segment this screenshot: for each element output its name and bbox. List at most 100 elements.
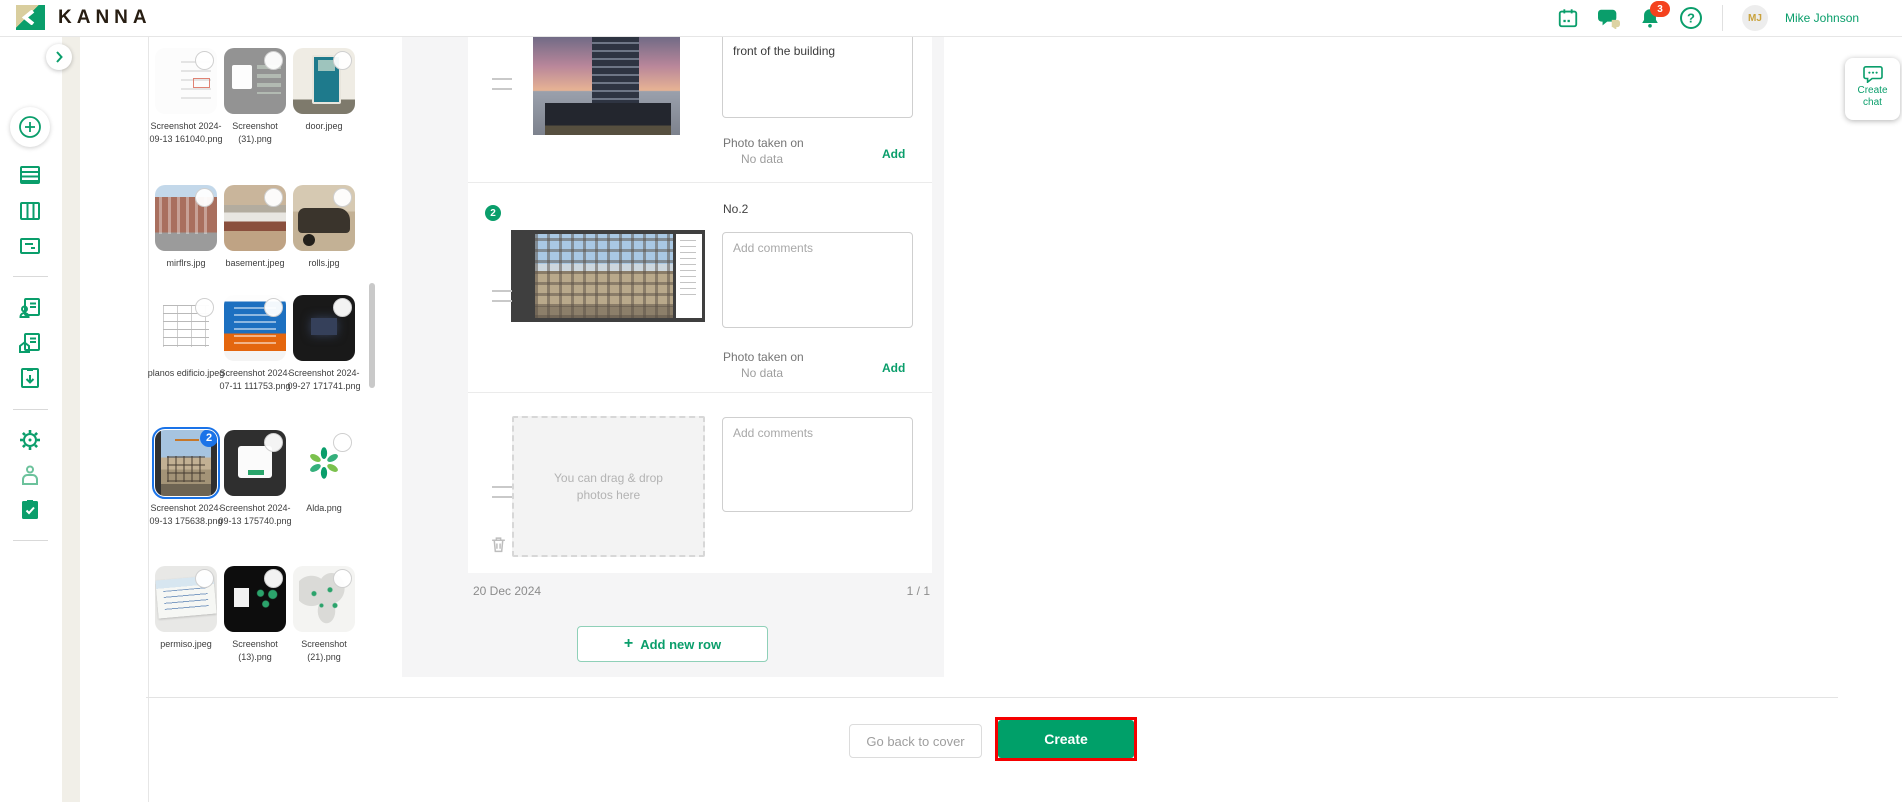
- annotation-highlight-box: Create: [995, 717, 1137, 761]
- thumbnail-filename: Screenshot 2024-09-13 175638.png: [147, 502, 225, 528]
- svg-text:?: ?: [1687, 11, 1695, 26]
- thumbnail-image[interactable]: [293, 430, 355, 496]
- contact-doc-icon[interactable]: [18, 296, 42, 320]
- delete-row-icon[interactable]: [491, 536, 506, 558]
- select-circle[interactable]: [264, 188, 283, 207]
- thumbnail-image[interactable]: [155, 566, 217, 632]
- gallery-item: Alda.png: [285, 430, 363, 515]
- row-drag-handle[interactable]: [492, 486, 512, 498]
- thumbnail-filename: Screenshot (31).png: [216, 120, 294, 146]
- comment-textarea[interactable]: front of the building: [722, 36, 913, 118]
- page-indicator: 1 / 1: [907, 584, 930, 598]
- create-button[interactable]: Create: [998, 720, 1134, 758]
- select-circle[interactable]: [264, 433, 283, 452]
- comment-textarea[interactable]: [722, 417, 913, 512]
- gallery-item: permiso.jpeg: [147, 566, 225, 651]
- select-circle[interactable]: [333, 569, 352, 588]
- report-editor-canvas: front of the building Photo taken on No …: [402, 36, 944, 677]
- go-back-to-cover-button[interactable]: Go back to cover: [849, 724, 982, 758]
- gallery-item: planos edificio.jpeg: [147, 295, 225, 380]
- card-view-icon[interactable]: [18, 234, 42, 258]
- thumbnail-filename: permiso.jpeg: [147, 638, 225, 651]
- thumbnail-image[interactable]: [293, 48, 355, 114]
- thumbnail-image[interactable]: [224, 48, 286, 114]
- avatar[interactable]: MJ: [1742, 5, 1768, 31]
- row-drag-handle[interactable]: [492, 78, 512, 90]
- thumbnail-image[interactable]: [224, 185, 286, 251]
- create-chat-button[interactable]: Create chat: [1845, 58, 1900, 120]
- photo-taken-value: No data: [741, 152, 783, 166]
- select-circle[interactable]: [264, 51, 283, 70]
- select-circle[interactable]: [333, 188, 352, 207]
- photo-taken-label: Photo taken on: [723, 350, 804, 364]
- gallery-item: Screenshot (13).png: [216, 566, 294, 664]
- select-circle[interactable]: [333, 433, 352, 452]
- row-number-label: No.2: [723, 202, 748, 216]
- photo-dropzone[interactable]: You can drag & drop photos here: [512, 416, 705, 557]
- property-doc-icon[interactable]: [18, 331, 42, 355]
- select-circle[interactable]: [333, 298, 352, 317]
- thumbnail-image[interactable]: [293, 295, 355, 361]
- thumbnail-filename: Screenshot 2024-09-13 161040.png: [147, 120, 225, 146]
- gallery-scrollbar[interactable]: [369, 283, 375, 388]
- thumbnail-image[interactable]: [293, 566, 355, 632]
- header-actions: 3 ? MJ Mike Johnson: [1556, 0, 1859, 36]
- add-date-link[interactable]: Add: [882, 361, 905, 375]
- gallery-item: mirflrs.jpg: [147, 185, 225, 270]
- row-number-badge: 2: [485, 205, 501, 221]
- thumbnail-image[interactable]: 2: [155, 430, 217, 496]
- thumbnail-filename: Screenshot (13).png: [216, 638, 294, 664]
- brand-name: KANNA: [58, 7, 152, 29]
- list-view-icon[interactable]: [18, 163, 42, 187]
- chat-icon[interactable]: [1597, 6, 1621, 30]
- plus-icon: +: [624, 636, 633, 652]
- calendar-icon[interactable]: [1556, 6, 1580, 30]
- import-clipboard-icon[interactable]: [18, 366, 42, 390]
- add-new-row-button[interactable]: + Add new row: [577, 626, 768, 662]
- row-photo-construction[interactable]: [511, 230, 705, 322]
- comment-textarea[interactable]: [722, 232, 913, 328]
- kanna-logo[interactable]: KANNA: [16, 5, 152, 30]
- photo-taken-value: No data: [741, 366, 783, 380]
- rail-divider: [13, 540, 48, 541]
- thumbnail-image[interactable]: [155, 48, 217, 114]
- thumbnail-filename: Screenshot 2024-07-11 111753.png: [216, 367, 294, 393]
- bell-icon[interactable]: 3: [1638, 6, 1662, 30]
- panel-expand-chevron[interactable]: [46, 44, 72, 70]
- settings-gear-icon[interactable]: [18, 428, 42, 452]
- thumbnail-image[interactable]: [224, 295, 286, 361]
- thumbnail-image[interactable]: [224, 566, 286, 632]
- footer-divider: [146, 697, 1838, 698]
- profile-icon[interactable]: [18, 463, 42, 487]
- gallery-item: Screenshot 2024-09-13 175740.png: [216, 430, 294, 528]
- add-date-link[interactable]: Add: [882, 147, 905, 161]
- thumbnail-filename: planos edificio.jpeg: [147, 367, 225, 380]
- rail-divider: [13, 409, 48, 410]
- select-circle[interactable]: [195, 298, 214, 317]
- gallery-item: basement.jpeg: [216, 185, 294, 270]
- thumbnail-filename: Alda.png: [285, 502, 363, 515]
- tasks-clipboard-icon[interactable]: [18, 498, 42, 522]
- board-view-icon[interactable]: [18, 199, 42, 223]
- selection-count-badge: 2: [200, 430, 217, 447]
- add-button[interactable]: [10, 107, 50, 147]
- row-drag-handle[interactable]: [492, 290, 512, 302]
- thumbnail-image[interactable]: [293, 185, 355, 251]
- gallery-item: door.jpeg: [285, 48, 363, 133]
- select-circle[interactable]: [264, 298, 283, 317]
- select-circle[interactable]: [195, 51, 214, 70]
- select-circle[interactable]: [195, 188, 214, 207]
- row-divider: [468, 392, 932, 393]
- kanna-logo-icon: [16, 5, 45, 30]
- thumbnail-image[interactable]: [155, 295, 217, 361]
- header-divider: [1722, 5, 1723, 31]
- help-icon[interactable]: ?: [1679, 6, 1703, 30]
- user-name[interactable]: Mike Johnson: [1785, 11, 1859, 25]
- select-circle[interactable]: [195, 569, 214, 588]
- row-photo-building[interactable]: [533, 36, 680, 135]
- thumbnail-image[interactable]: [155, 185, 217, 251]
- select-circle[interactable]: [333, 51, 352, 70]
- gallery-item: Screenshot 2024-07-11 111753.png: [216, 295, 294, 393]
- thumbnail-image[interactable]: [224, 430, 286, 496]
- select-circle[interactable]: [264, 569, 283, 588]
